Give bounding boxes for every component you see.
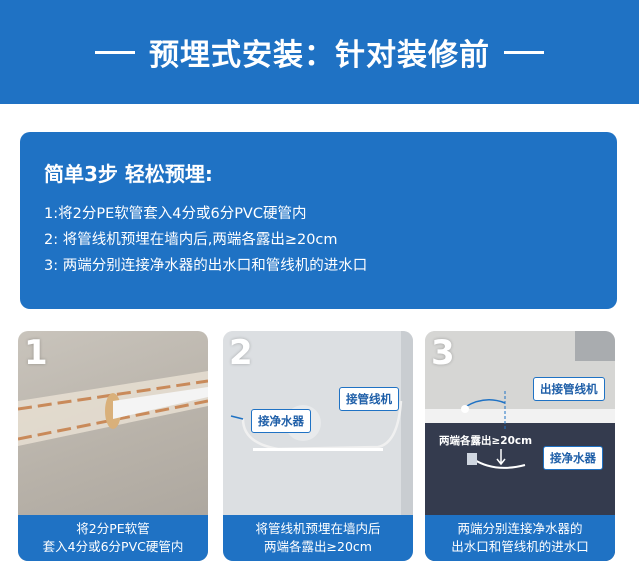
step-panel-2: 2 接净水器 接管线机 将管线机预埋在墙内后 两端各露出≥20cm xyxy=(223,331,413,561)
tag-out-dispenser: 出接管线机 xyxy=(533,377,605,401)
step-item-2: 2: 将管线机预埋在墙内后,两端各露出≥20cm xyxy=(44,232,338,248)
step-item-1: 1:将2分PE软管套入4分或6分PVC硬管内 xyxy=(44,206,307,222)
caption-line-2: 套入4分或6分PVC硬管内 xyxy=(42,539,184,554)
tag-exposed-length: 两端各露出≥20cm xyxy=(439,435,533,447)
step-item-3: 3: 两端分别连接净水器的出水口和管线机的进水口 xyxy=(44,258,368,274)
panel-number: 1 xyxy=(24,333,48,373)
tag-connect-purifier: 接净水器 xyxy=(251,409,311,433)
tag-connect-dispenser: 接管线机 xyxy=(339,387,399,411)
page-title: 预埋式安装：针对装修前 xyxy=(149,38,490,73)
steps-heading: 简单3步 轻松预埋: xyxy=(44,162,213,186)
step-panel-3: 3 出接管线机 两端各露出≥20cm 接净水器 两端分别连接净水器的 出水口和管… xyxy=(425,331,615,561)
header-left-dash xyxy=(95,50,135,54)
page-header: 预埋式安装：针对装修前 xyxy=(0,0,639,104)
panel-number: 2 xyxy=(229,333,253,373)
panel-caption: 将2分PE软管 套入4分或6分PVC硬管内 xyxy=(18,515,208,561)
caption-line-2: 两端各露出≥20cm xyxy=(264,539,372,554)
step-panel-1: 1 将2分PE软管 套入4分或6分PVC硬管内 xyxy=(18,331,208,561)
caption-line-1: 将管线机预埋在墙内后 xyxy=(255,521,381,536)
tag-connect-purifier: 接净水器 xyxy=(543,446,603,470)
caption-line-1: 将2分PE软管 xyxy=(76,521,150,536)
panel-caption: 两端分别连接净水器的 出水口和管线机的进水口 xyxy=(425,515,615,561)
panel-caption: 将管线机预埋在墙内后 两端各露出≥20cm xyxy=(223,515,413,561)
steps-summary-card: 简单3步 轻松预埋: 1:将2分PE软管套入4分或6分PVC硬管内 2: 将管线… xyxy=(20,132,617,309)
header-right-dash xyxy=(504,50,544,54)
panel-number: 3 xyxy=(431,333,455,373)
caption-line-1: 两端分别连接净水器的 xyxy=(457,521,583,536)
caption-line-2: 出水口和管线机的进水口 xyxy=(451,539,589,554)
